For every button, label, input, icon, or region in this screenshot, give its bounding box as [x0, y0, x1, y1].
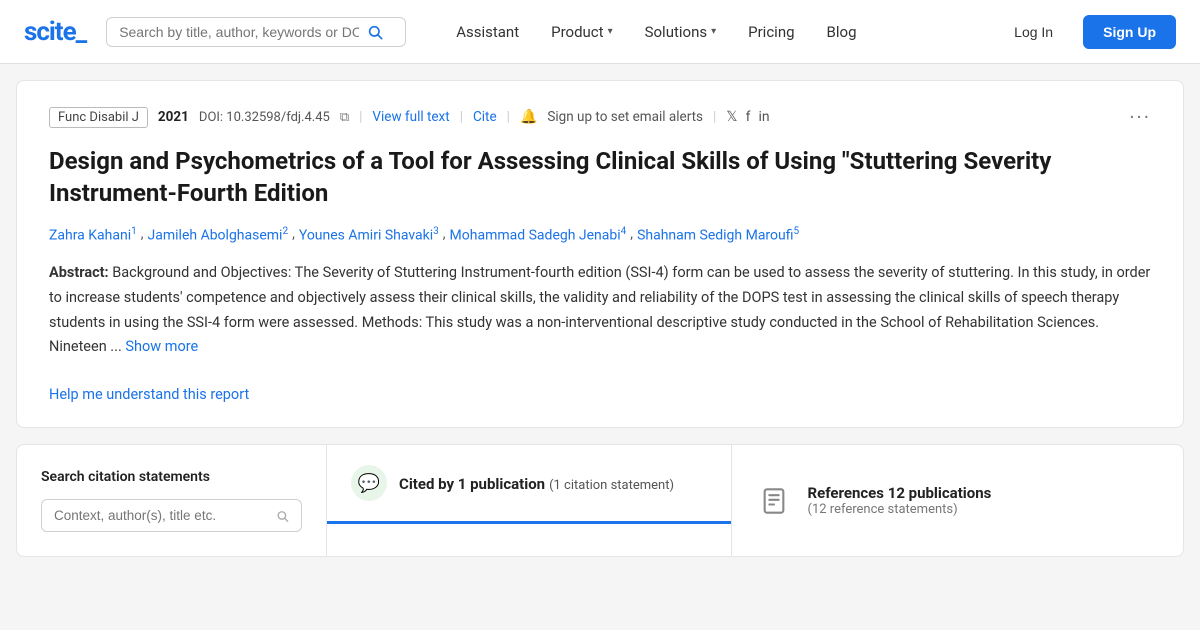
cited-by-panel[interactable]: 💬 Cited by 1 publication (1 citation sta…: [327, 445, 732, 556]
search-bar: [106, 17, 406, 47]
chevron-down-icon: ▾: [711, 26, 716, 37]
article-card: Func Disabil J 2021 DOI: 10.32598/fdj.4.…: [16, 80, 1184, 428]
author-2[interactable]: Jamileh Abolghasemi2: [148, 226, 289, 244]
login-button[interactable]: Log In: [996, 16, 1071, 48]
more-options-button[interactable]: ···: [1129, 105, 1151, 129]
article-title: Design and Psychometrics of a Tool for A…: [49, 145, 1151, 210]
abstract-text: Abstract: Background and Objectives: The…: [49, 261, 1151, 360]
facebook-icon[interactable]: f: [746, 109, 751, 125]
cited-by-tab[interactable]: 💬 Cited by 1 publication (1 citation sta…: [327, 445, 731, 524]
twitter-icon[interactable]: 𝕏: [726, 109, 737, 125]
abstract-body: Background and Objectives: The Severity …: [49, 264, 1150, 355]
references-panel[interactable]: References 12 publications (12 reference…: [732, 445, 1184, 556]
chevron-down-icon: ▾: [608, 26, 613, 37]
cite-link[interactable]: Cite: [473, 109, 497, 125]
navbar: scite_ Assistant Product ▾ Solutions ▾ P…: [0, 0, 1200, 64]
nav-product[interactable]: Product ▾: [537, 15, 626, 49]
references-icon: [756, 483, 792, 519]
references-sub: (12 reference statements): [808, 502, 992, 517]
copy-icon[interactable]: ⧉: [340, 110, 349, 125]
alert-text: Sign up to set email alerts: [547, 109, 703, 125]
cited-by-info: Cited by 1 publication (1 citation state…: [399, 474, 674, 493]
help-understand-link[interactable]: Help me understand this report: [49, 386, 249, 403]
citation-search-panel: Search citation statements: [17, 445, 327, 556]
citation-search-input[interactable]: [54, 508, 268, 523]
logo[interactable]: scite_: [24, 17, 86, 47]
article-doi: DOI: 10.32598/fdj.4.45: [199, 110, 330, 125]
authors-list: Zahra Kahani1, Jamileh Abolghasemi2, You…: [49, 226, 1151, 244]
speech-bubble-icon: 💬: [358, 473, 380, 494]
cited-by-label: Cited by 1 publication: [399, 475, 545, 493]
article-year: 2021: [158, 109, 189, 125]
nav-blog[interactable]: Blog: [813, 15, 871, 49]
nav-assistant[interactable]: Assistant: [442, 15, 533, 49]
search-input[interactable]: [119, 24, 359, 40]
signup-button[interactable]: Sign Up: [1083, 15, 1176, 49]
nav-right: Log In Sign Up: [996, 15, 1176, 49]
search-icon: [367, 24, 383, 40]
cited-by-sub: (1 citation statement): [549, 478, 674, 493]
author-4[interactable]: Mohammad Sadegh Jenabi4: [450, 226, 627, 244]
author-5[interactable]: Shahnam Sedigh Maroufi5: [637, 226, 799, 244]
citation-search-title: Search citation statements: [41, 469, 302, 485]
abstract-label: Abstract:: [49, 264, 109, 281]
author-3[interactable]: Younes Amiri Shavaki3: [299, 226, 439, 244]
social-icons: 𝕏 f in: [726, 109, 769, 125]
author-1[interactable]: Zahra Kahani1: [49, 226, 137, 244]
references-info: References 12 publications (12 reference…: [808, 484, 992, 517]
show-more-link[interactable]: Show more: [125, 338, 198, 355]
nav-pricing[interactable]: Pricing: [734, 15, 808, 49]
bell-icon: 🔔: [520, 109, 537, 125]
journal-badge: Func Disabil J: [49, 107, 148, 128]
nav-solutions[interactable]: Solutions ▾: [631, 15, 731, 49]
cited-bubble: 💬: [351, 465, 387, 501]
search-citation-icon: [276, 509, 289, 523]
references-label: References 12 publications: [808, 484, 992, 502]
view-full-text-link[interactable]: View full text: [372, 109, 449, 125]
bottom-section: Search citation statements 💬 Cited by 1 …: [16, 444, 1184, 557]
nav-links: Assistant Product ▾ Solutions ▾ Pricing …: [442, 15, 976, 49]
meta-row: Func Disabil J 2021 DOI: 10.32598/fdj.4.…: [49, 105, 1151, 129]
citation-search-field: [41, 499, 302, 532]
linkedin-icon[interactable]: in: [758, 109, 769, 125]
